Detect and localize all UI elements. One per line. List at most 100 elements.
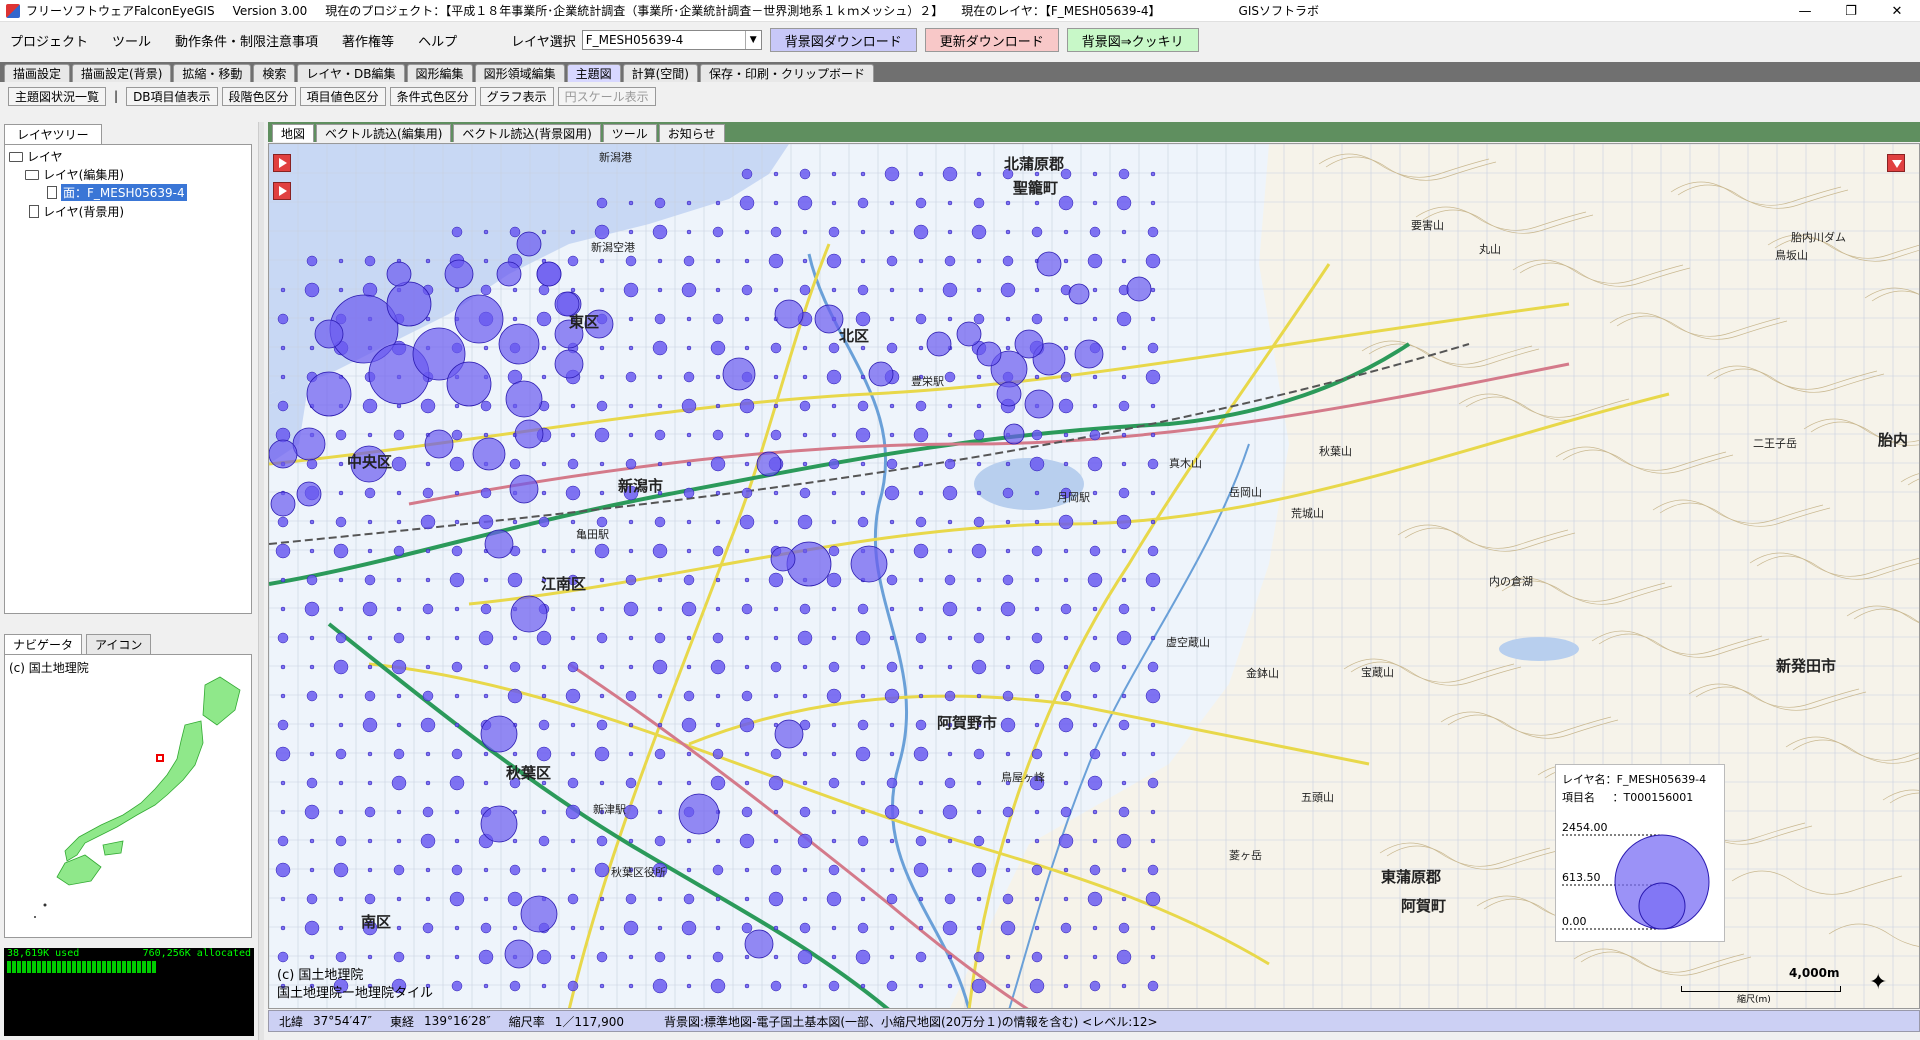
place-label: 丸山 bbox=[1479, 243, 1501, 256]
panel-splitter[interactable] bbox=[258, 122, 264, 1040]
play-icon[interactable] bbox=[273, 182, 291, 200]
minimize-icon[interactable]: — bbox=[1782, 0, 1828, 22]
graph-display-button[interactable]: グラフ表示 bbox=[479, 86, 554, 106]
place-label: 鳥坂山 bbox=[1775, 248, 1808, 262]
menu-tool[interactable]: ツール bbox=[112, 31, 151, 50]
layer-select-value: F_MESH05639-4 bbox=[585, 33, 684, 47]
place-label: 鳥屋ヶ峰 bbox=[1001, 770, 1045, 784]
tab-main-4[interactable]: レイヤ・DB編集 bbox=[297, 64, 405, 82]
tab-main-5[interactable]: 図形編集 bbox=[406, 64, 473, 82]
place-label: 荒城山 bbox=[1291, 507, 1324, 520]
place-label: 秋葉山 bbox=[1319, 444, 1352, 458]
layer-select[interactable]: F_MESH05639-4 ▼ bbox=[581, 30, 762, 50]
collapse-icon[interactable] bbox=[1887, 154, 1905, 172]
map-credit-tile: 国土地理院ー地理院タイル bbox=[277, 986, 434, 1001]
tab-map-3[interactable]: ツール bbox=[602, 124, 657, 142]
tree-root-label: レイヤ bbox=[27, 150, 63, 164]
lab-name: GISソフトラボ bbox=[1238, 4, 1319, 18]
place-label: 南区 bbox=[361, 913, 391, 931]
folder-icon bbox=[25, 169, 39, 180]
place-label: 秋葉区役所 bbox=[611, 865, 666, 879]
tab-map-2[interactable]: ベクトル読込(背景図用) bbox=[453, 124, 601, 142]
tree-root[interactable]: レイヤ bbox=[9, 148, 63, 165]
place-label: 聖籠町 bbox=[1013, 179, 1058, 197]
place-label: 月岡駅 bbox=[1057, 491, 1090, 504]
place-label: 二王子岳 bbox=[1753, 437, 1797, 450]
memory-allocated: 760,256K allocated bbox=[142, 948, 251, 959]
menu-help[interactable]: ヘルプ bbox=[418, 31, 457, 50]
tab-main-1[interactable]: 描画設定(背景) bbox=[72, 64, 172, 82]
lon-label: 東経 bbox=[390, 1014, 415, 1029]
page-icon bbox=[29, 205, 39, 218]
update-download-button[interactable]: 更新ダウンロード bbox=[924, 28, 1059, 52]
place-label: 秋葉区 bbox=[506, 764, 551, 782]
tab-main-2[interactable]: 拡縮・移動 bbox=[173, 64, 252, 82]
tab-main-8[interactable]: 計算(空間) bbox=[622, 64, 698, 82]
place-label: 新潟市 bbox=[618, 477, 663, 495]
tab-main-9[interactable]: 保存・印刷・クリップボード bbox=[699, 64, 874, 82]
play-icon[interactable] bbox=[273, 154, 291, 172]
theme-overview-button[interactable]: 主題図状況一覧 bbox=[8, 86, 107, 106]
tree-edit-label: レイヤ(編集用) bbox=[43, 168, 125, 182]
dropdown-arrow-icon[interactable]: ▼ bbox=[744, 31, 761, 49]
place-label: 新発田市 bbox=[1776, 657, 1836, 675]
db-value-button[interactable]: DB項目値表示 bbox=[126, 86, 218, 106]
app-version: Version 3.00 bbox=[232, 3, 308, 18]
app-name: フリーソフトウェアFalconEyeGIS bbox=[26, 4, 215, 18]
menu-copyright[interactable]: 著作権等 bbox=[342, 31, 394, 50]
memory-bar bbox=[7, 961, 251, 973]
place-label: 豊栄駅 bbox=[911, 374, 944, 388]
tab-main-7[interactable]: 主題図 bbox=[566, 64, 621, 82]
menu-conditions[interactable]: 動作条件・制限注意事項 bbox=[175, 31, 318, 50]
tree-bg-label: レイヤ(背景用) bbox=[43, 205, 125, 219]
memory-monitor: 38,619K used 760,256K allocated bbox=[4, 948, 254, 1036]
item-color-button[interactable]: 項目値色区分 bbox=[299, 86, 386, 106]
place-label: 真木山 bbox=[1169, 456, 1202, 470]
menu-project[interactable]: プロジェクト bbox=[10, 31, 88, 50]
place-label: 北蒲原郡 bbox=[1004, 155, 1064, 173]
lat-value: 37°54′47″ bbox=[313, 1014, 373, 1028]
tab-icon[interactable]: アイコン bbox=[86, 634, 152, 654]
tree-edit-layer[interactable]: レイヤ(編集用) bbox=[25, 166, 124, 183]
place-label: 新津駅 bbox=[593, 802, 626, 816]
tab-map-4[interactable]: お知らせ bbox=[658, 124, 725, 142]
place-label: 阿賀町 bbox=[1401, 897, 1446, 915]
japan-outline bbox=[34, 676, 241, 918]
legend-circles bbox=[1562, 834, 1710, 930]
page-icon bbox=[47, 186, 57, 199]
bg-clear-button[interactable]: 背景図⇒クッキリ bbox=[1066, 28, 1199, 52]
title-bar: フリーソフトウェアFalconEyeGIS Version 3.00 現在のプロ… bbox=[0, 0, 1920, 22]
tab-main-6[interactable]: 図形領域編集 bbox=[474, 64, 565, 82]
tab-main-3[interactable]: 検索 bbox=[253, 64, 296, 82]
place-label: 要害山 bbox=[1411, 218, 1444, 232]
tab-map-1[interactable]: ベクトル読込(編集用) bbox=[316, 124, 452, 142]
tab-map-0[interactable]: 地図 bbox=[272, 124, 315, 142]
memory-used: 38,619K used bbox=[7, 948, 80, 959]
place-label: 新潟港 bbox=[599, 150, 632, 164]
lat-label: 北緯 bbox=[279, 1014, 304, 1029]
bg-download-button[interactable]: 背景図ダウンロード bbox=[769, 28, 917, 52]
place-label: 東区 bbox=[569, 313, 599, 331]
app-icon bbox=[6, 3, 20, 18]
tab-navigator[interactable]: ナビゲータ bbox=[4, 634, 83, 654]
place-label: 内の倉湖 bbox=[1489, 574, 1533, 588]
layer-select-label: レイヤ選択 bbox=[511, 34, 576, 50]
place-label: 江南区 bbox=[541, 575, 586, 593]
graded-color-button[interactable]: 段階色区分 bbox=[221, 86, 296, 106]
tree-bg-layer[interactable]: レイヤ(背景用) bbox=[29, 203, 124, 220]
tree-layer-item-label: 面：F_MESH05639-4 bbox=[61, 184, 187, 201]
tree-layer-item[interactable]: 面：F_MESH05639-4 bbox=[47, 184, 187, 201]
close-icon[interactable]: ✕ bbox=[1874, 0, 1920, 22]
place-label: 金鉢山 bbox=[1246, 666, 1279, 680]
place-label: 胎内 bbox=[1878, 431, 1908, 449]
compass-icon: ✦ bbox=[1869, 970, 1888, 995]
tab-layer-tree[interactable]: レイヤツリー bbox=[4, 124, 102, 144]
maximize-icon[interactable]: ❐ bbox=[1828, 0, 1874, 22]
place-label: 新潟空港 bbox=[591, 240, 635, 254]
layer-tree: レイヤ レイヤ(編集用) 面：F_MESH05639-4 レイヤ(背景用) bbox=[4, 144, 252, 614]
condition-color-button[interactable]: 条件式色区分 bbox=[389, 86, 476, 106]
navigator-map[interactable]: (c) 国土地理院 bbox=[4, 654, 252, 938]
map-tab-bar: 地図 ベクトル読込(編集用) ベクトル読込(背景図用) ツール お知らせ bbox=[268, 122, 1920, 142]
map-credit: (c) 国土地理院 bbox=[277, 968, 364, 983]
tab-main-0[interactable]: 描画設定 bbox=[4, 64, 71, 82]
